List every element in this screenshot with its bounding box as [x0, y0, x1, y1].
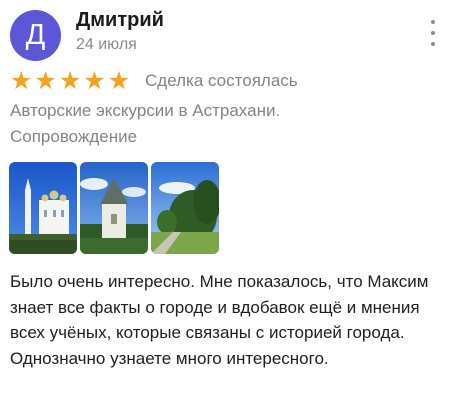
star-icon: ★: [107, 67, 131, 95]
star-icon: ★: [83, 67, 106, 95]
photo-gallery: [9, 162, 219, 254]
star-icon: ★: [58, 67, 82, 95]
author-name: Дмитрий: [76, 9, 164, 31]
review-text: Было очень интересно. Мне показалось, чт…: [10, 272, 429, 368]
kremlin-tower-photo[interactable]: [80, 162, 148, 254]
star-icon: ★: [10, 67, 33, 95]
avatar[interactable]: Д: [10, 10, 61, 61]
more-vertical-icon[interactable]: [426, 20, 440, 46]
cathedral-photo[interactable]: [9, 162, 77, 254]
service-line-2: Сопровождение: [10, 127, 138, 146]
star-icon: ★: [34, 67, 57, 95]
review-date: 24 июля: [76, 36, 137, 53]
deal-status: Сделка состоялась: [145, 71, 298, 90]
park-trees-photo[interactable]: [151, 162, 219, 254]
service-name: Авторские экскурсии в Астрахани. Сопрово…: [10, 98, 430, 150]
rating-stars: ★ ★ ★ ★ ★: [10, 68, 130, 94]
service-line-1: Авторские экскурсии в Астрахани.: [10, 101, 281, 120]
